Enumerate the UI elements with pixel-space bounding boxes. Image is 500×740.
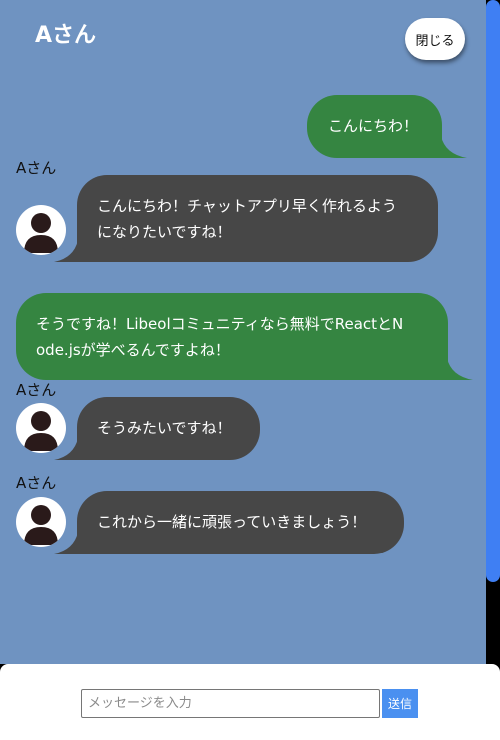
message-text: これから一緒に頑張っていきましょう！ bbox=[97, 513, 367, 531]
bubble-tail bbox=[54, 240, 78, 262]
send-button[interactable]: 送信 bbox=[382, 689, 418, 718]
chat-panel[interactable]: Aさん 閉じる こんにちわ！ Aさん こんにちわ！チャットアプリ早く作れるよう … bbox=[0, 0, 486, 664]
scrollbar-thumb[interactable] bbox=[486, 0, 500, 582]
message-text-line: ode.jsが学べるんですよね！ bbox=[36, 341, 230, 359]
bubble-tail bbox=[54, 438, 78, 460]
close-button[interactable]: 閉じる bbox=[405, 18, 465, 60]
sender-name: Aさん bbox=[16, 381, 57, 399]
chat-title: Aさん bbox=[35, 23, 97, 48]
sender-name: Aさん bbox=[16, 159, 57, 177]
their-message-bubble: こんにちわ！チャットアプリ早く作れるよう になりたいですね！ bbox=[77, 175, 438, 262]
message-text: そうみたいですね！ bbox=[97, 419, 232, 437]
my-message-bubble: そうですね！Libeolコミュニティなら無料でReactとN ode.jsが学べ… bbox=[16, 293, 448, 380]
sender-name: Aさん bbox=[16, 474, 57, 492]
bubble-tail bbox=[54, 532, 78, 554]
their-message-bubble: これから一緒に頑張っていきましょう！ bbox=[77, 491, 404, 554]
my-message-bubble: こんにちわ！ bbox=[307, 95, 442, 158]
bubble-tail bbox=[441, 136, 467, 158]
message-text-line: になりたいですね！ bbox=[97, 223, 232, 241]
their-message-bubble: そうみたいですね！ bbox=[77, 397, 260, 460]
bubble-tail bbox=[447, 358, 473, 380]
message-input[interactable] bbox=[81, 689, 380, 718]
message-text: こんにちわ！ bbox=[328, 117, 419, 135]
message-text-line: そうですね！Libeolコミュニティなら無料でReactとN bbox=[36, 315, 404, 333]
chat-app: Aさん 閉じる こんにちわ！ Aさん こんにちわ！チャットアプリ早く作れるよう … bbox=[0, 0, 500, 740]
message-text-line: こんにちわ！チャットアプリ早く作れるよう bbox=[97, 197, 397, 215]
